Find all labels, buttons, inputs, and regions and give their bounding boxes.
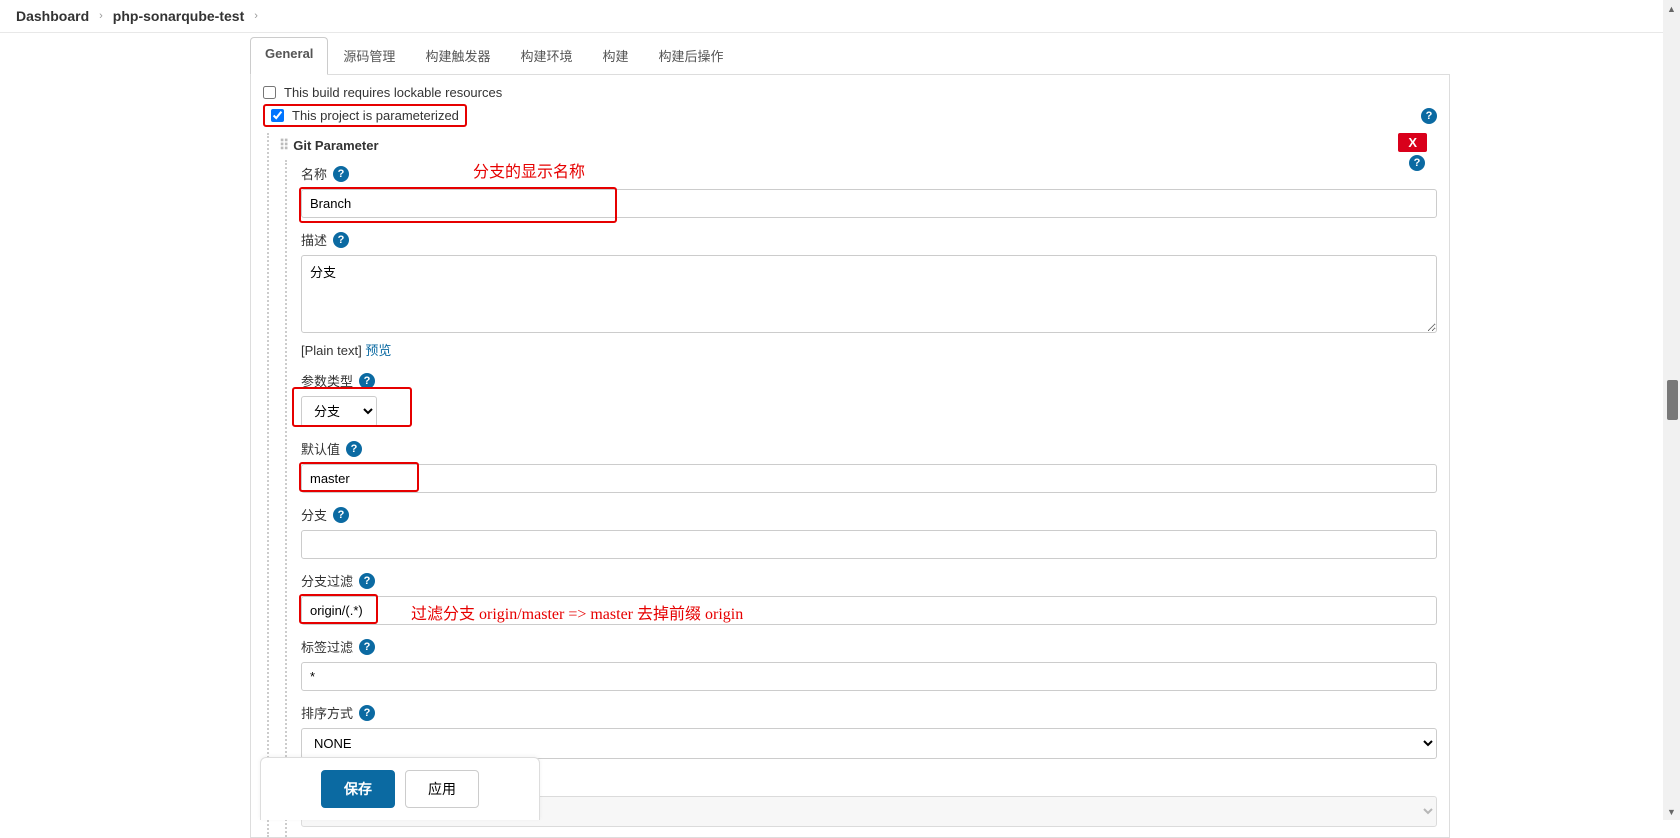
checkbox-parameterized-label: This project is parameterized xyxy=(292,108,459,123)
label-param-type: 参数类型 xyxy=(301,371,353,390)
param-title-label: Git Parameter xyxy=(293,138,378,153)
save-button[interactable]: 保存 xyxy=(321,770,395,808)
checkbox-lockable[interactable] xyxy=(263,86,276,99)
help-icon[interactable]: ? xyxy=(333,166,349,182)
default-input[interactable] xyxy=(301,464,1437,493)
help-icon[interactable]: ? xyxy=(346,441,362,457)
help-icon[interactable]: ? xyxy=(359,705,375,721)
help-icon[interactable]: ? xyxy=(359,573,375,589)
help-icon[interactable]: ? xyxy=(359,639,375,655)
breadcrumb-dashboard[interactable]: Dashboard xyxy=(16,8,89,24)
scroll-thumb[interactable] xyxy=(1667,380,1678,420)
scroll-up-icon[interactable]: ▲ xyxy=(1663,0,1680,17)
checkbox-lockable-row: This build requires lockable resources xyxy=(263,81,1437,104)
label-desc: 描述 xyxy=(301,230,327,249)
tab-triggers[interactable]: 构建触发器 xyxy=(410,37,505,74)
help-icon[interactable]: ? xyxy=(333,507,349,523)
preview-link[interactable]: 预览 xyxy=(365,343,391,358)
chevron-right-icon: › xyxy=(99,10,103,22)
tab-env[interactable]: 构建环境 xyxy=(505,37,587,74)
chevron-right-icon: › xyxy=(254,10,258,22)
drag-handle-icon[interactable]: ⠿ xyxy=(279,137,287,154)
scroll-down-icon[interactable]: ▼ xyxy=(1663,803,1680,820)
breadcrumb-project[interactable]: php-sonarqube-test xyxy=(113,8,244,24)
tab-postbuild[interactable]: 构建后操作 xyxy=(643,37,738,74)
apply-button[interactable]: 应用 xyxy=(405,770,479,808)
tab-general[interactable]: General xyxy=(250,37,328,75)
help-icon[interactable]: ? xyxy=(359,373,375,389)
param-type-select[interactable]: 分支 xyxy=(301,396,377,427)
footer-actions: 保存 应用 xyxy=(260,757,540,820)
label-name: 名称 xyxy=(301,164,327,183)
plain-text-label: [Plain text] xyxy=(301,343,365,358)
label-default: 默认值 xyxy=(301,439,340,458)
label-branch-filter: 分支过滤 xyxy=(301,571,353,590)
help-icon[interactable]: ? xyxy=(333,232,349,248)
checkbox-lockable-label: This build requires lockable resources xyxy=(284,85,502,100)
tab-scm[interactable]: 源码管理 xyxy=(328,37,410,74)
sort-select[interactable]: NONE xyxy=(301,728,1437,759)
checkbox-parameterized-row: This project is parameterized xyxy=(263,104,467,127)
delete-parameter-button[interactable]: X xyxy=(1398,133,1427,152)
tab-build[interactable]: 构建 xyxy=(587,37,643,74)
tag-filter-input[interactable] xyxy=(301,662,1437,691)
label-tag-filter: 标签过滤 xyxy=(301,637,353,656)
label-sort: 排序方式 xyxy=(301,703,353,722)
name-input[interactable] xyxy=(301,189,1437,218)
label-branch: 分支 xyxy=(301,505,327,524)
help-icon[interactable]: ? xyxy=(1421,108,1437,124)
branch-input[interactable] xyxy=(301,530,1437,559)
breadcrumb: Dashboard › php-sonarqube-test › xyxy=(0,0,1680,33)
branch-filter-input[interactable] xyxy=(301,596,1437,625)
desc-textarea[interactable]: 分支 xyxy=(301,255,1437,333)
checkbox-parameterized[interactable] xyxy=(271,109,284,122)
tabs: General 源码管理 构建触发器 构建环境 构建 构建后操作 xyxy=(250,37,1450,75)
param-title: ⠿ Git Parameter xyxy=(279,133,1437,160)
scrollbar[interactable]: ▲ ▼ xyxy=(1663,0,1680,820)
